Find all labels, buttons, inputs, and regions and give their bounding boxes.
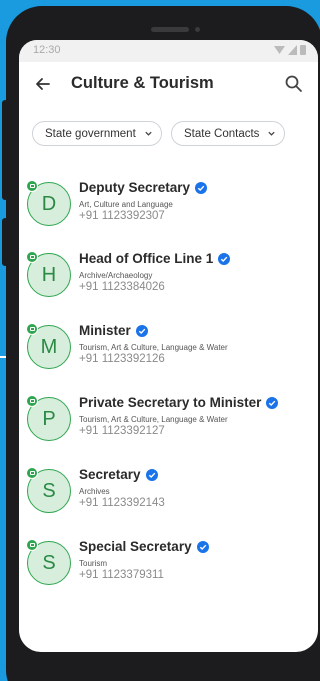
contact-name: Deputy Secretary — [79, 180, 191, 195]
contact-name-row: Private Secretary to Minister — [79, 395, 279, 410]
contact-department: Archives — [79, 487, 110, 496]
signal-icon — [288, 45, 297, 55]
side-button-volume — [2, 100, 8, 200]
filter-chip-state-government[interactable]: State government — [32, 121, 162, 146]
contact-name-row: Minister — [79, 323, 148, 338]
briefcase-badge-icon — [26, 395, 38, 407]
briefcase-badge-icon — [26, 467, 38, 479]
app-screen: 12:30 Culture & Tourism State government… — [19, 40, 318, 652]
verified-icon — [196, 540, 209, 553]
contact-name: Secretary — [79, 467, 141, 482]
contact-name-row: Secretary — [79, 467, 158, 482]
contact-item[interactable]: P Private Secretary to Minister Tourism,… — [19, 395, 318, 461]
filter-chip-label: State Contacts — [184, 127, 260, 140]
phone-camera — [195, 27, 200, 32]
contact-name-row: Special Secretary — [79, 539, 209, 554]
page-title: Culture & Tourism — [71, 74, 214, 92]
contact-name-row: Head of Office Line 1 — [79, 251, 231, 266]
app-bar: Culture & Tourism — [19, 62, 318, 108]
contact-department: Tourism, Art & Culture, Language & Water — [79, 343, 228, 352]
status-bar: 12:30 — [19, 40, 318, 62]
contact-item[interactable]: S Special Secretary Tourism +91 11233793… — [19, 539, 318, 605]
back-arrow-icon[interactable] — [33, 74, 53, 94]
contact-name: Special Secretary — [79, 539, 192, 554]
side-button-power — [2, 218, 8, 266]
briefcase-badge-icon — [26, 251, 38, 263]
filter-chip-label: State government — [45, 127, 136, 140]
contact-item[interactable]: S Secretary Archives +91 1123392143 — [19, 467, 318, 533]
contact-item[interactable]: M Minister Tourism, Art & Culture, Langu… — [19, 323, 318, 389]
contact-name-row: Deputy Secretary — [79, 180, 208, 195]
briefcase-badge-icon — [26, 539, 38, 551]
contact-name: Minister — [79, 323, 131, 338]
battery-icon — [300, 45, 306, 55]
verified-icon — [145, 468, 158, 481]
verified-icon — [195, 181, 208, 194]
wifi-icon — [274, 46, 285, 54]
status-time: 12:30 — [33, 44, 61, 56]
chevron-down-icon — [268, 131, 276, 136]
verified-icon — [135, 324, 148, 337]
briefcase-badge-icon — [26, 323, 38, 335]
contact-department: Tourism, Art & Culture, Language & Water — [79, 415, 228, 424]
briefcase-badge-icon — [26, 180, 38, 192]
contact-department: Archive/Archaeology — [79, 271, 153, 280]
contact-phone[interactable]: +91 1123392143 — [79, 497, 165, 509]
status-icons — [274, 45, 306, 55]
contact-item[interactable]: H Head of Office Line 1 Archive/Archaeol… — [19, 251, 318, 317]
contact-phone[interactable]: +91 1123392126 — [79, 353, 165, 365]
search-icon[interactable] — [284, 74, 304, 94]
chevron-down-icon — [145, 131, 152, 136]
contact-department: Tourism — [79, 559, 108, 568]
contact-name: Private Secretary to Minister — [79, 395, 262, 410]
contact-phone[interactable]: +91 1123384026 — [79, 281, 165, 293]
contact-department: Art, Culture and Language — [79, 200, 173, 209]
phone-speaker — [151, 27, 189, 32]
contact-phone[interactable]: +91 1123392127 — [79, 425, 165, 437]
verified-icon — [266, 396, 279, 409]
filter-chip-state-contacts[interactable]: State Contacts — [171, 121, 286, 146]
contact-phone[interactable]: +91 1123392307 — [79, 210, 165, 222]
contact-phone[interactable]: +91 1123379311 — [79, 569, 164, 581]
verified-icon — [218, 252, 231, 265]
contact-name: Head of Office Line 1 — [79, 251, 214, 266]
contact-item[interactable]: D Deputy Secretary Art, Culture and Lang… — [19, 180, 318, 246]
